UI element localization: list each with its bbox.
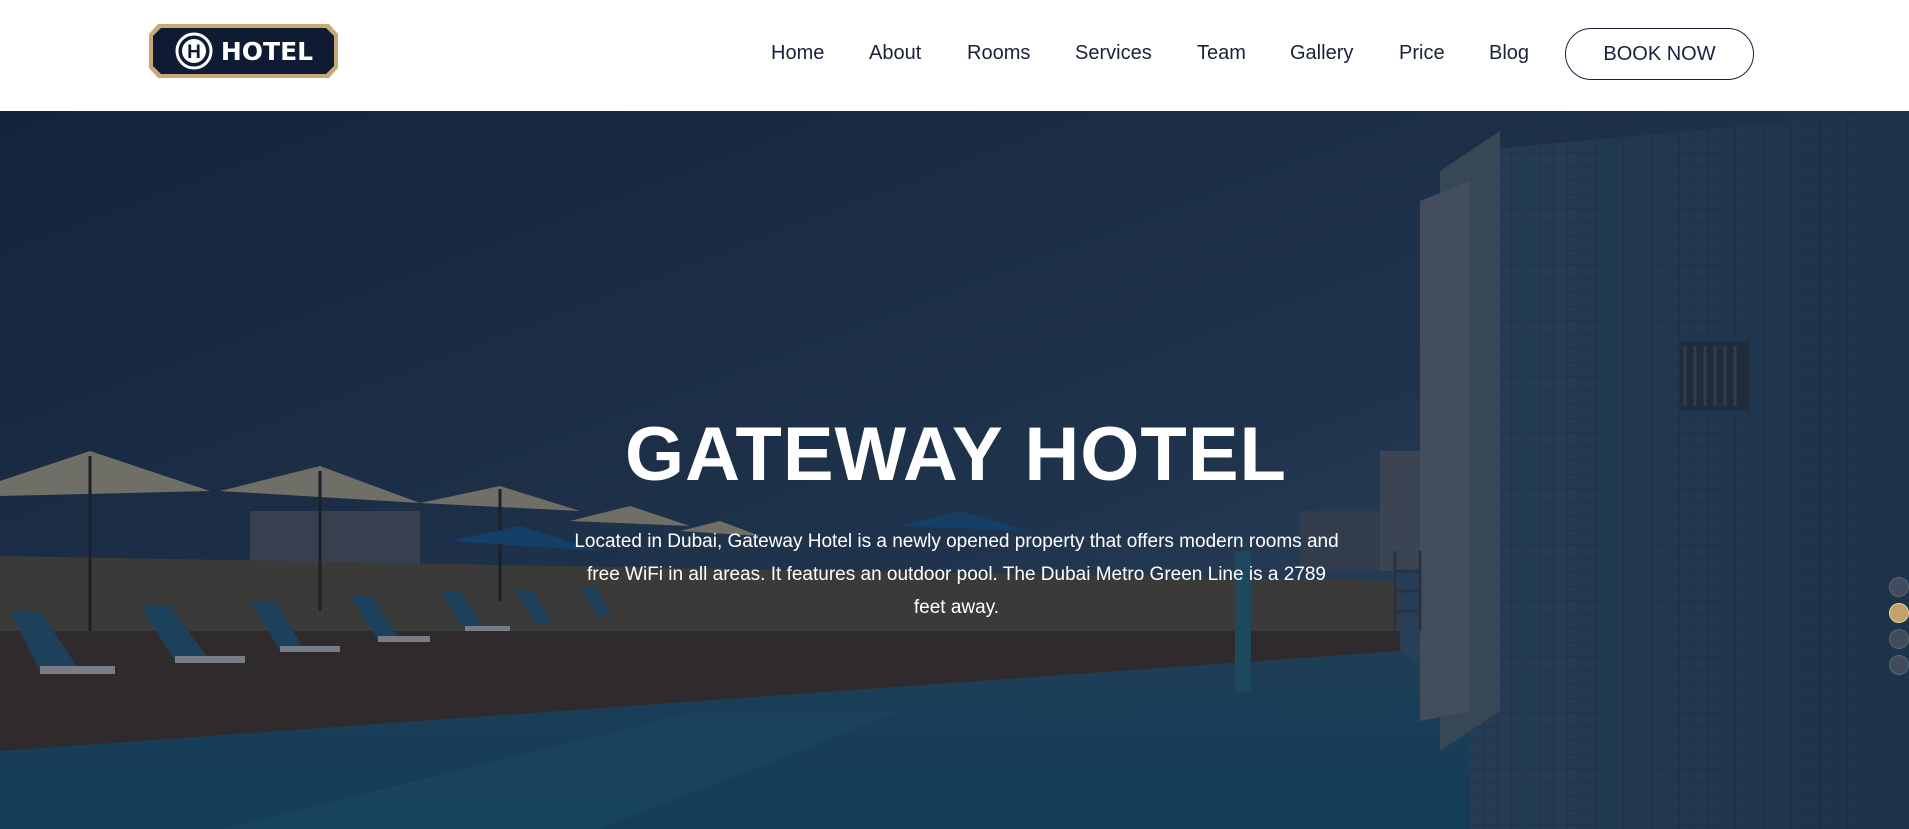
svg-text:H: H: [187, 42, 201, 63]
slider-dot-2[interactable]: [1889, 603, 1909, 623]
nav-team[interactable]: Team: [1197, 42, 1246, 65]
hero-description: Located in Dubai, Gateway Hotel is a new…: [574, 531, 1339, 618]
hero-banner: GATEWAY HOTEL Located in Dubai, Gateway …: [0, 111, 1909, 829]
book-now-button[interactable]: BOOK NOW: [1565, 28, 1754, 80]
slider-dot-3[interactable]: [1889, 629, 1909, 649]
nav-services[interactable]: Services: [1075, 42, 1152, 65]
nav-gallery[interactable]: Gallery: [1290, 42, 1353, 65]
nav-price[interactable]: Price: [1399, 42, 1445, 65]
nav-about[interactable]: About: [869, 42, 921, 65]
nav-home[interactable]: Home: [771, 42, 824, 65]
hero-title: GATEWAY HOTEL: [625, 412, 1287, 497]
hotel-logo[interactable]: H HOTEL: [146, 20, 341, 82]
nav-rooms[interactable]: Rooms: [967, 42, 1030, 65]
nav-blog[interactable]: Blog: [1489, 42, 1529, 65]
site-header: H HOTEL Home About Rooms Services Team G…: [0, 0, 1909, 111]
slider-dot-4[interactable]: [1889, 655, 1909, 675]
slider-dot-1[interactable]: [1889, 577, 1909, 597]
svg-text:HOTEL: HOTEL: [221, 37, 313, 66]
